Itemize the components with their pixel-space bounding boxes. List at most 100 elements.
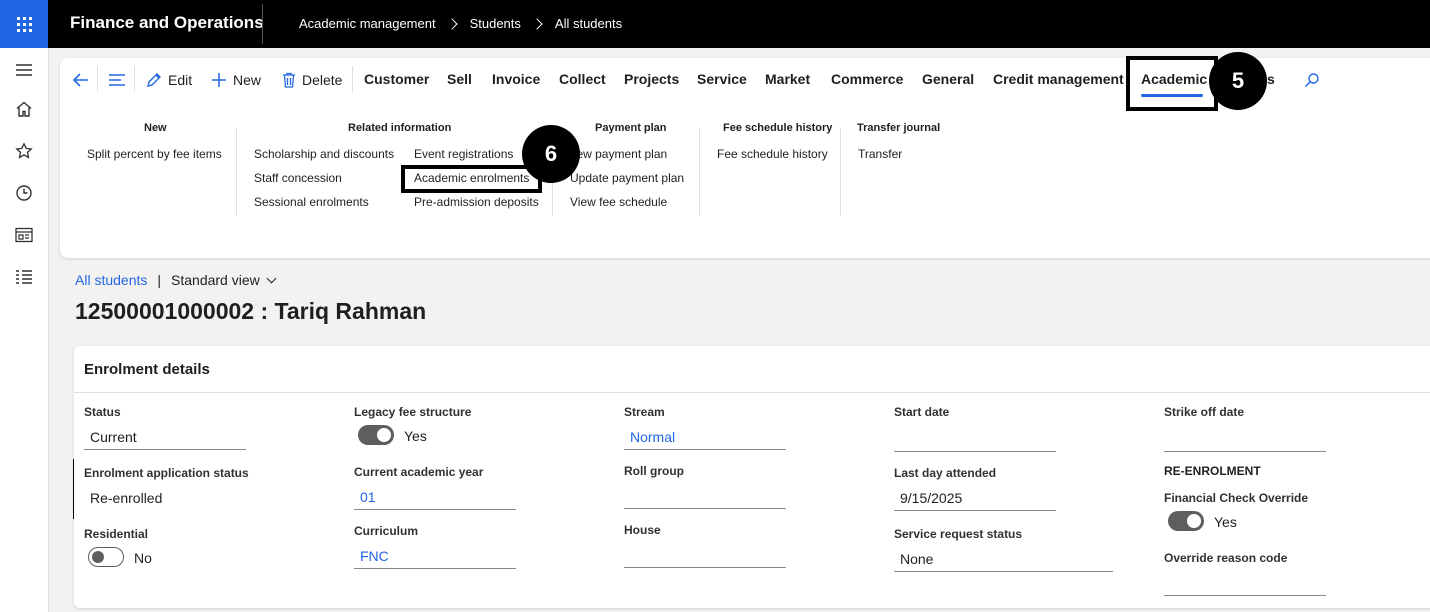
app-title: Finance and Operations [70, 13, 264, 32]
stream-field[interactable]: Normal [624, 426, 786, 450]
view-separator: | [157, 272, 162, 288]
group-payment-title: Payment plan [595, 122, 667, 134]
curriculum-field[interactable]: FNC [354, 545, 516, 569]
breadcrumb-item[interactable]: Students [470, 16, 521, 31]
breadcrumb-item[interactable]: All students [555, 16, 622, 31]
financial-check-override-toggle-label: Yes [1214, 514, 1237, 530]
tab-sell[interactable]: Sell [447, 71, 472, 87]
group-divider [236, 128, 237, 216]
tab-customer[interactable]: Customer [364, 71, 429, 87]
options-menu-button[interactable] [108, 70, 132, 90]
last-day-attended-label: Last day attended [894, 466, 997, 480]
strike-off-date-label: Strike off date [1164, 405, 1245, 419]
last-day-attended-field[interactable]: 9/15/2025 [894, 487, 1056, 511]
menu-item-sessional-enrolments[interactable]: Sessional enrolments [254, 195, 369, 209]
pencil-icon [146, 72, 162, 88]
chevron-right-icon [445, 17, 458, 30]
roll-group-label: Roll group [624, 464, 684, 478]
service-request-status-field[interactable]: None [894, 548, 1113, 572]
house-field[interactable] [624, 544, 786, 568]
menu-item-staff-concession[interactable]: Staff concession [254, 171, 342, 185]
menu-item-event-registrations[interactable]: Event registrations [414, 147, 513, 161]
menu-item-split-percent[interactable]: Split percent by fee items [87, 147, 222, 161]
house-label: House [624, 523, 661, 537]
tab-commerce[interactable]: Commerce [831, 71, 903, 87]
legacy-fee-structure-toggle[interactable] [358, 425, 394, 445]
enrolment-application-status-field[interactable]: Re-enrolled [84, 487, 294, 511]
edit-button[interactable]: Edit [146, 70, 192, 90]
tab-general[interactable]: General [922, 71, 974, 87]
current-academic-year-field[interactable]: 01 [354, 486, 516, 510]
app-launcher-button[interactable] [0, 0, 48, 48]
new-button[interactable]: New [211, 70, 261, 90]
workspace-icon[interactable] [13, 224, 35, 246]
tab-projects[interactable]: Projects [624, 71, 679, 87]
residential-toggle-label: No [134, 550, 152, 566]
curriculum-label: Curriculum [354, 524, 419, 538]
menu-item-transfer[interactable]: Transfer [858, 147, 902, 161]
legacy-fee-structure-toggle-label: Yes [404, 428, 427, 444]
top-bar-divider [262, 4, 263, 44]
tab-invoice[interactable]: Invoice [492, 71, 540, 87]
roll-group-field[interactable] [624, 485, 786, 509]
start-date-field[interactable] [894, 428, 1056, 452]
group-fee-history-title: Fee schedule history [723, 122, 833, 134]
waffle-icon [16, 16, 32, 32]
back-button[interactable] [72, 70, 96, 90]
delete-button[interactable]: Delete [282, 70, 342, 90]
residential-label: Residential [84, 527, 149, 541]
start-date-label: Start date [894, 405, 950, 419]
chevron-down-icon[interactable] [266, 273, 277, 283]
callout-badge: 6 [522, 125, 580, 183]
menu-item-pre-admission-deposits[interactable]: Pre-admission deposits [414, 195, 539, 209]
menu-item-update-payment-plan[interactable]: Update payment plan [570, 171, 684, 185]
override-reason-code-label: Override reason code [1164, 551, 1288, 565]
status-field[interactable]: Current [84, 426, 246, 450]
status-label: Status [84, 405, 121, 419]
current-academic-year-label: Current academic year [354, 465, 484, 479]
tab-collect[interactable]: Collect [559, 71, 606, 87]
hamburger-menu-icon[interactable] [13, 59, 35, 81]
residential-toggle[interactable] [88, 547, 124, 567]
view-selector-bar: All students | Standard view [75, 272, 277, 288]
search-icon [1304, 72, 1320, 88]
strike-off-date-field[interactable] [1164, 428, 1326, 452]
tab-credit-management[interactable]: Credit management [993, 71, 1124, 87]
trash-icon [282, 72, 296, 88]
view-name[interactable]: Standard view [171, 272, 260, 288]
callout-highlight-academic-tab [1126, 56, 1218, 111]
search-button[interactable] [1304, 70, 1326, 90]
menu-item-view-payment-plan[interactable]: View payment plan [566, 147, 667, 161]
new-label: New [233, 72, 262, 88]
section-title[interactable]: Enrolment details [84, 361, 210, 378]
service-request-status-label: Service request status [894, 527, 1023, 541]
plus-icon [211, 72, 227, 88]
enrolment-details-card: Enrolment details Status Current Enrolme… [74, 346, 1430, 608]
tab-market[interactable]: Market [765, 71, 810, 87]
menu-item-fee-schedule-history[interactable]: Fee schedule history [717, 147, 828, 161]
tab-service[interactable]: Service [697, 71, 747, 87]
override-reason-code-field[interactable] [1164, 572, 1326, 596]
page-title: 12500001000002 : Tariq Rahman [75, 298, 427, 324]
delete-label: Delete [302, 72, 343, 88]
menu-item-scholarship[interactable]: Scholarship and discounts [254, 147, 394, 161]
divider [97, 66, 98, 92]
all-students-link[interactable]: All students [75, 272, 147, 288]
divider [352, 66, 353, 92]
callout-highlight-academic-enrolments [401, 165, 542, 193]
star-icon[interactable] [13, 140, 35, 162]
tab-partial[interactable]: s [1267, 71, 1275, 87]
enrolment-application-status-label: Enrolment application status [84, 466, 249, 480]
home-icon[interactable] [13, 98, 35, 120]
left-navigation [0, 48, 49, 612]
group-divider [699, 128, 700, 216]
breadcrumb: Academic management Students All student… [299, 16, 622, 31]
clock-icon[interactable] [13, 182, 35, 204]
modules-list-icon[interactable] [13, 266, 35, 288]
edit-label: Edit [168, 72, 193, 88]
re-enrolment-heading: RE-ENROLMENT [1164, 464, 1261, 478]
financial-check-override-toggle[interactable] [1168, 511, 1204, 531]
menu-item-view-fee-schedule[interactable]: View fee schedule [570, 195, 667, 209]
divider [134, 66, 135, 92]
breadcrumb-item[interactable]: Academic management [299, 16, 436, 31]
